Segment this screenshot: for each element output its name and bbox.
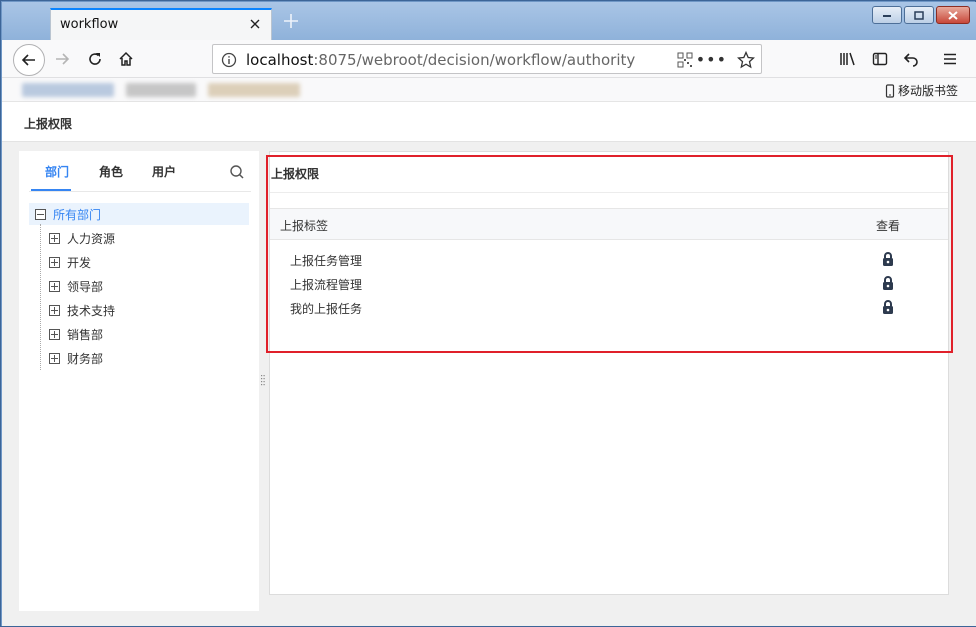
lock-icon[interactable]: [881, 299, 895, 315]
back-arrow-icon[interactable]: [13, 44, 45, 76]
maximize-icon[interactable]: [904, 6, 934, 24]
browser-window: workflow localhost:8075/webroot/decision…: [0, 0, 976, 627]
tab-user[interactable]: 用户: [152, 163, 176, 180]
home-icon[interactable]: [116, 49, 136, 69]
library-icon[interactable]: [838, 49, 858, 69]
minimize-icon[interactable]: [872, 6, 902, 24]
forward-arrow-icon[interactable]: [52, 49, 72, 69]
sidebar-icon[interactable]: [870, 49, 890, 69]
column-header-view: 查看: [876, 219, 901, 233]
tree-node-label: 财务部: [67, 351, 104, 366]
search-icon[interactable]: [229, 164, 245, 180]
table-row: 我的上报任务: [270, 296, 948, 320]
authority-panel: 上报权限 上报标签 查看 上报任务管理 上报流程管理 我的上报任务: [269, 151, 949, 595]
permission-label: 上报任务管理: [290, 254, 363, 268]
url-text: localhost:8075/webroot/decision/workflow…: [246, 51, 635, 69]
tree-node-label: 领导部: [67, 279, 104, 294]
bookmark-item-blurred[interactable]: [22, 83, 114, 97]
tree-guide-line: [40, 224, 41, 370]
tree-node-label: 所有部门: [53, 207, 102, 222]
table-header: 上报标签 查看: [270, 208, 948, 240]
mobile-bookmarks-label: 移动版书签: [897, 84, 958, 98]
close-tab-icon[interactable]: [247, 16, 263, 32]
tree-node-label: 人力资源: [67, 231, 116, 246]
bookmark-star-icon[interactable]: [736, 50, 756, 69]
tree-node[interactable]: 销售部: [43, 323, 103, 345]
org-tree-panel: 部门 角色 用户 所有部门 人力资源 开发 领导部 技术支持 销售部 财务部: [19, 151, 259, 611]
undo-arrow-icon[interactable]: [901, 49, 921, 69]
new-tab-icon[interactable]: [282, 12, 300, 30]
tree-node-label: 开发: [67, 255, 92, 270]
expand-plus-icon[interactable]: [49, 280, 60, 292]
tabs-divider: [29, 191, 251, 192]
mobile-phone-icon: [885, 83, 895, 98]
url-host: localhost: [246, 51, 314, 69]
info-icon[interactable]: [221, 52, 237, 68]
tree-node[interactable]: 人力资源: [43, 227, 115, 249]
browser-tab[interactable]: workflow: [50, 8, 272, 40]
panel-title: 上报权限: [271, 167, 320, 181]
tab-role[interactable]: 角色: [99, 163, 123, 180]
lock-icon[interactable]: [881, 275, 895, 291]
page-actions-icon[interactable]: •••: [696, 50, 727, 69]
navigation-bar: localhost:8075/webroot/decision/workflow…: [2, 40, 976, 78]
collapse-minus-icon[interactable]: [35, 208, 46, 220]
window-controls: [872, 6, 970, 24]
panel-resize-handle[interactable]: [260, 373, 266, 389]
expand-plus-icon[interactable]: [49, 328, 60, 340]
bookmarks-bar: 移动版书签: [2, 78, 976, 102]
url-path: :8075/webroot/decision/workflow/authorit…: [313, 51, 636, 69]
panel-divider: [270, 192, 948, 193]
table-row: 上报任务管理: [270, 248, 948, 272]
tree-node-label: 技术支持: [67, 303, 116, 318]
tree-node[interactable]: 开发: [43, 251, 91, 273]
permission-label: 上报流程管理: [290, 278, 363, 292]
active-tab-indicator: [31, 189, 71, 191]
page-title: 上报权限: [24, 117, 73, 131]
window-close-icon[interactable]: [936, 6, 970, 24]
tree-node[interactable]: 财务部: [43, 347, 103, 369]
bookmark-item-blurred[interactable]: [208, 83, 300, 97]
tree-node-label: 销售部: [67, 327, 104, 342]
tab-department[interactable]: 部门: [45, 163, 69, 180]
url-bar[interactable]: localhost:8075/webroot/decision/workflow…: [212, 44, 762, 74]
menu-hamburger-icon[interactable]: [940, 49, 960, 69]
lock-icon[interactable]: [881, 251, 895, 267]
expand-plus-icon[interactable]: [49, 232, 60, 244]
tree-node[interactable]: 领导部: [43, 275, 103, 297]
mobile-bookmarks-button[interactable]: 移动版书签: [885, 82, 958, 99]
reload-icon[interactable]: [85, 49, 105, 69]
page-header: 上报权限: [2, 102, 976, 142]
expand-plus-icon[interactable]: [49, 304, 60, 316]
page-content: 上报权限 部门 角色 用户 所有部门 人力资源 开发 领导部 技术支持 销售部 …: [2, 102, 976, 626]
tree-node-root[interactable]: 所有部门: [29, 203, 249, 225]
qr-code-icon[interactable]: [677, 52, 693, 68]
bookmark-item-blurred[interactable]: [126, 83, 196, 97]
expand-plus-icon[interactable]: [49, 352, 60, 364]
column-header-label: 上报标签: [280, 219, 329, 233]
tab-bar: workflow: [2, 2, 976, 40]
permission-label: 我的上报任务: [290, 302, 363, 316]
expand-plus-icon[interactable]: [49, 256, 60, 268]
table-row: 上报流程管理: [270, 272, 948, 296]
tree-node[interactable]: 技术支持: [43, 299, 115, 321]
tab-title: workflow: [60, 17, 119, 32]
